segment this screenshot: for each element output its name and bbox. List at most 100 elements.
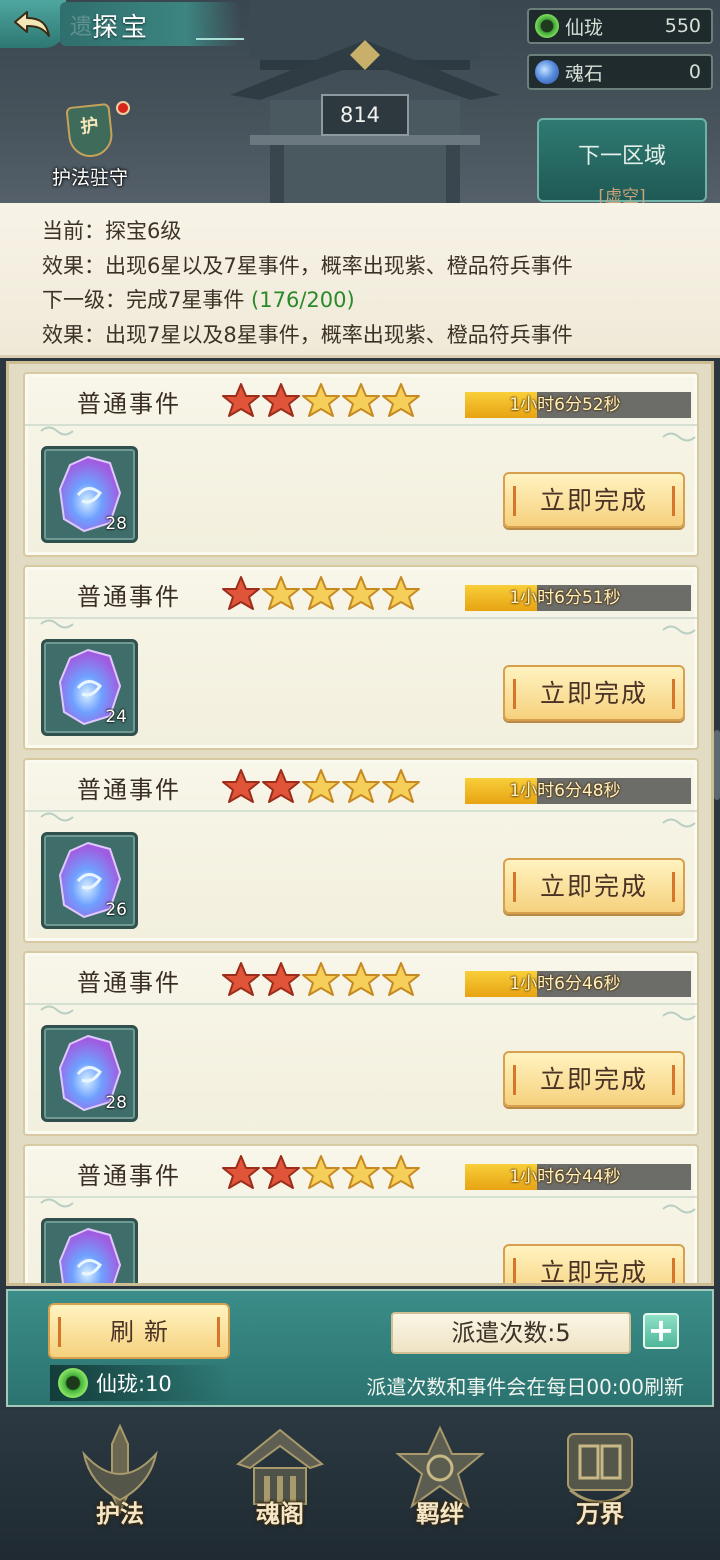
event-card: 普通事件 1小时6分52秒 28 立即完成 [23, 372, 699, 557]
complete-now-button[interactable]: 立即完成 [503, 858, 685, 914]
current-level-line: 当前：探宝6级 [42, 219, 182, 243]
tower-number: 814 [339, 103, 381, 127]
event-header: 普通事件 1小时6分46秒 [25, 953, 697, 1005]
next-level-line: 下一级：完成7星事件 (176/200) [42, 288, 355, 312]
next-effect-line: 效果：出现7星以及8星事件，概率出现紫、橙品符兵事件 [42, 322, 573, 347]
event-card: 普通事件 1小时6分44秒 立即完成 [23, 1144, 699, 1283]
event-header: 普通事件 1小时6分48秒 [25, 760, 697, 812]
star-rating [221, 768, 421, 804]
star-empty-icon [382, 1155, 420, 1189]
resource-hunshi[interactable]: 魂石 0 [527, 54, 713, 90]
next-level-progress: (176/200) [251, 288, 355, 312]
star-empty-icon [342, 576, 380, 610]
scrollbar[interactable] [714, 730, 720, 800]
event-timer: 1小时6分48秒 [465, 778, 691, 804]
star-rating [221, 1154, 421, 1190]
nav-label: 魂阁 [256, 1500, 304, 1528]
nav-item-hunge[interactable]: 魂阁 [220, 1424, 340, 1544]
back-button[interactable] [0, 0, 66, 48]
event-timer: 1小时6分51秒 [465, 585, 691, 611]
item-quantity: 28 [105, 514, 127, 534]
complete-now-label: 立即完成 [539, 486, 648, 515]
star-empty-icon [342, 383, 380, 417]
timer-text: 1小时6分48秒 [509, 781, 621, 801]
star-empty-icon [342, 962, 380, 996]
timer-text: 1小时6分52秒 [509, 395, 621, 415]
complete-now-label: 立即完成 [539, 872, 648, 901]
event-type: 普通事件 [77, 776, 181, 804]
level-info-panel: 当前：探宝6级 效果：出现6星以及7星事件，概率出现紫、橙品符兵事件 下一级：完… [0, 203, 720, 358]
star-empty-icon [342, 769, 380, 803]
resource-name: 魂石 [565, 62, 604, 85]
jade-ring-icon [58, 1368, 88, 1398]
nav-label: 羁绊 [416, 1500, 464, 1528]
red-dot-notification [116, 101, 130, 115]
nav-item-wanjie[interactable]: 万界 [540, 1424, 660, 1544]
reward-item[interactable] [41, 1218, 138, 1283]
star-empty-icon [342, 1155, 380, 1189]
star-filled-icon [222, 769, 260, 803]
star-empty-icon [302, 1155, 340, 1189]
complete-now-button[interactable]: 立即完成 [503, 1051, 685, 1107]
cloud-swirl-icon [40, 812, 74, 822]
complete-now-label: 立即完成 [539, 1065, 648, 1094]
guard-label: 护法驻守 [51, 167, 128, 189]
complete-now-label: 立即完成 [539, 679, 648, 708]
complete-now-button[interactable]: 立即完成 [503, 472, 685, 528]
resource-value: 0 [688, 61, 701, 83]
star-rating [221, 961, 421, 997]
refresh-button[interactable]: 刷新 [48, 1303, 230, 1359]
nav-label: 护法 [96, 1500, 144, 1528]
star-empty-icon [382, 576, 420, 610]
cloud-swirl-icon [40, 1005, 74, 1015]
star-empty-icon [302, 383, 340, 417]
event-timer: 1小时6分46秒 [465, 971, 691, 997]
cost-label: 仙珑:10 [96, 1372, 172, 1396]
reward-item[interactable]: 28 [41, 1025, 138, 1122]
resource-name: 仙珑 [565, 16, 604, 39]
complete-now-button[interactable]: 立即完成 [503, 665, 685, 721]
star-empty-icon [262, 576, 300, 610]
item-quantity: 26 [105, 900, 127, 920]
top-scene: 814 遗迹 探宝 护 护法驻守 仙珑 550 魂石 0 下一区域 [虚空] [0, 0, 720, 205]
guard-button[interactable]: 护 护法驻守 [40, 95, 140, 195]
add-dispatch-button[interactable]: + [643, 1313, 679, 1349]
star-rating [221, 382, 421, 418]
event-timer: 1小时6分44秒 [465, 1164, 691, 1190]
star-filled-icon [262, 769, 300, 803]
nav-item-hufa[interactable]: 护法 [60, 1424, 180, 1544]
refresh-note: 派遣次数和事件会在每日00:00刷新 [366, 1375, 684, 1399]
star-filled-icon [262, 1155, 300, 1189]
resource-xianlong[interactable]: 仙珑 550 [527, 8, 713, 44]
event-header: 普通事件 1小时6分44秒 [25, 1146, 697, 1198]
timer-text: 1小时6分51秒 [509, 588, 621, 608]
event-list[interactable]: 普通事件 1小时6分52秒 28 立即完成 普通事件 1小时6分51秒 24 立… [6, 361, 714, 1286]
back-arrow-icon [14, 11, 50, 37]
reward-item[interactable]: 26 [41, 832, 138, 929]
star-empty-icon [382, 769, 420, 803]
reward-item[interactable]: 24 [41, 639, 138, 736]
star-filled-icon [222, 576, 260, 610]
cloud-swirl-icon [40, 1198, 74, 1208]
next-region-button[interactable]: 下一区域 [虚空] [537, 118, 707, 205]
event-header: 普通事件 1小时6分51秒 [25, 567, 697, 619]
event-card: 普通事件 1小时6分48秒 26 立即完成 [23, 758, 699, 943]
star-empty-icon [382, 383, 420, 417]
event-header: 普通事件 1小时6分52秒 [25, 374, 697, 426]
nav-item-jiban[interactable]: 羁绊 [380, 1424, 500, 1544]
page-title: 探宝 [92, 13, 151, 43]
complete-now-button[interactable]: 立即完成 [503, 1244, 685, 1283]
star-filled-icon [222, 383, 260, 417]
timer-text: 1小时6分46秒 [509, 974, 621, 994]
cloud-swirl-icon [662, 432, 696, 442]
next-region-sub: [虚空] [598, 187, 646, 205]
bottom-nav: 护法 魂阁 羁绊 万界 [0, 1410, 720, 1560]
star-empty-icon [302, 576, 340, 610]
star-filled-icon [222, 962, 260, 996]
event-card: 普通事件 1小时6分51秒 24 立即完成 [23, 565, 699, 750]
cloud-swirl-icon [662, 625, 696, 635]
cloud-swirl-icon [662, 1011, 696, 1021]
event-card: 普通事件 1小时6分46秒 28 立即完成 [23, 951, 699, 1136]
current-effect-line: 效果：出现6星以及7星事件，概率出现紫、橙品符兵事件 [42, 253, 573, 278]
reward-item[interactable]: 28 [41, 446, 138, 543]
